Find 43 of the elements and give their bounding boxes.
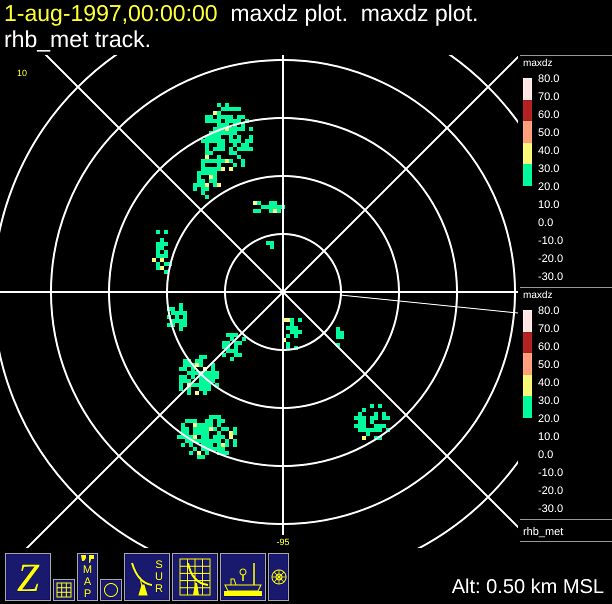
scale-label: 50.0 [538, 126, 560, 141]
grid-button[interactable] [53, 579, 75, 601]
scale-label: 80.0 [538, 72, 560, 87]
scale-label: -30.0 [538, 502, 564, 517]
legend-title: maxdz [523, 58, 554, 70]
z-button[interactable]: Z [5, 553, 51, 601]
scale-label: 70.0 [538, 322, 560, 337]
scale-label: -10.0 [538, 234, 564, 249]
scale-label: -20.0 [538, 484, 564, 499]
wheel-button[interactable] [268, 553, 289, 601]
scale-label: 10.0 [538, 430, 560, 445]
scale-label: 30.0 [538, 162, 560, 177]
scale-label: 60.0 [538, 108, 560, 123]
scale-label: -20.0 [538, 252, 564, 267]
scale-label: 70.0 [538, 90, 560, 105]
sur-button[interactable]: SUR [124, 553, 170, 601]
ship-button[interactable] [220, 553, 266, 601]
scale-label: 50.0 [538, 358, 560, 373]
platform-label: rhb_met [520, 519, 612, 542]
scale-label: -10.0 [538, 466, 564, 481]
scale-label: 40.0 [538, 376, 560, 391]
plot-subtitle: rhb_met track. [4, 26, 152, 52]
scale-label: 30.0 [538, 394, 560, 409]
range-label: 10 [17, 68, 27, 78]
circle-icon [103, 582, 119, 598]
grid-icon [56, 582, 72, 598]
scale-label: 80.0 [538, 304, 560, 319]
scale-label: 10.0 [538, 198, 560, 213]
radar-grid-button[interactable] [172, 553, 218, 601]
scale-label: 0.0 [538, 216, 554, 231]
wheel-icon [270, 569, 286, 585]
map-button[interactable]: MAP [77, 553, 98, 601]
scale-label: 20.0 [538, 412, 560, 427]
altitude-label: Alt: 0.50 km MSL [452, 576, 605, 600]
scale-label: 60.0 [538, 340, 560, 355]
scale-label: 40.0 [538, 144, 560, 159]
scale-label: 0.0 [538, 448, 554, 463]
scale-label: 20.0 [538, 180, 560, 195]
scale-label: -30.0 [538, 270, 564, 285]
legend-title: maxdz [523, 290, 554, 302]
azimuth-label: -95 [276, 537, 290, 547]
circle-button[interactable] [100, 579, 122, 601]
plot-title: 1-aug-1997,00:00:00 maxdz plot. maxdz plot. [4, 0, 480, 26]
